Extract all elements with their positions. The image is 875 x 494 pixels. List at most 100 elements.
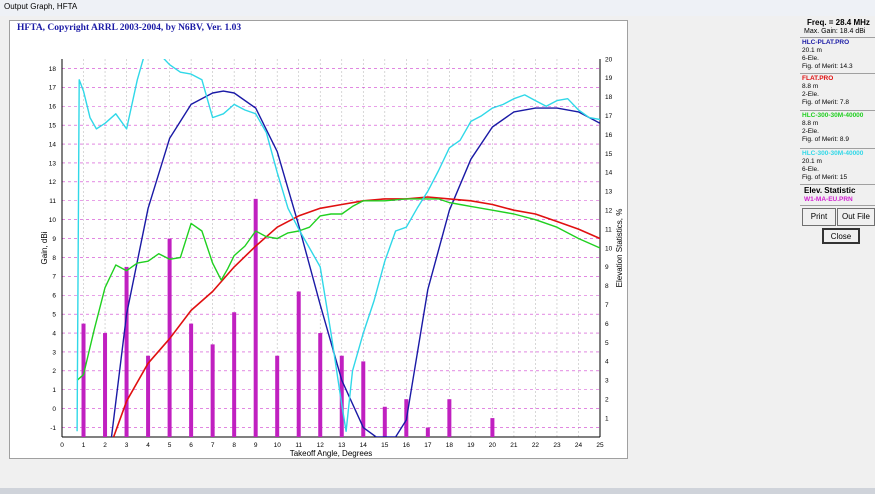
- panel-divider: [800, 184, 875, 185]
- y2-tick-label: 18: [605, 94, 613, 101]
- panel-divider: [800, 73, 875, 74]
- x-tick-label: 8: [232, 442, 236, 449]
- elevation-bar: [425, 427, 430, 437]
- x-tick-label: 0: [60, 442, 64, 449]
- y2-tick-label: 4: [605, 359, 609, 366]
- y-tick-label: 8: [52, 255, 56, 262]
- x-tick-label: 17: [424, 442, 432, 449]
- y2-tick-label: 13: [605, 189, 613, 196]
- y-tick-label: 15: [49, 122, 57, 129]
- panel-divider: [800, 205, 875, 206]
- y2-tick-label: 9: [605, 264, 609, 271]
- elevation-bar: [296, 291, 301, 437]
- y-tick-label: 16: [49, 104, 57, 111]
- antenna-elements: 2-Ele.: [802, 128, 819, 135]
- x-tick-label: 23: [553, 442, 561, 449]
- y-tick-label: 0: [52, 406, 56, 413]
- antenna-elements: 2-Ele.: [802, 91, 819, 98]
- x-tick-label: 2: [103, 442, 107, 449]
- elevation-bar: [490, 418, 495, 437]
- x-tick-label: 9: [254, 442, 258, 449]
- y2-tick-label: 8: [605, 283, 609, 290]
- elevation-bar: [124, 266, 129, 437]
- x-tick-label: 14: [360, 442, 368, 449]
- gain-chart: 0 1 2 3 4 5 6 7 8 9 10 11 12 13 14 15 16 17 18 19 20 21 22 23 24…: [40, 56, 624, 458]
- y2-tick-label: 12: [605, 208, 613, 215]
- antenna-merit: Fig. of Merit: 8.9: [802, 136, 849, 143]
- y2-tick-label: 19: [605, 75, 613, 82]
- y2-tick-label: 20: [605, 56, 613, 63]
- y-tick-label: -1: [50, 425, 56, 432]
- y-tick-label: 17: [49, 85, 57, 92]
- elevation-bar: [103, 333, 108, 437]
- x-tick-label: 3: [125, 442, 129, 449]
- y2-tick-label: 14: [605, 170, 613, 177]
- y2-tick-label: 2: [605, 397, 609, 404]
- antenna-height: 8.8 m: [802, 83, 819, 90]
- taskbar-edge: [0, 488, 875, 494]
- x-tick-label: 13: [338, 442, 346, 449]
- y2-tick-label: 3: [605, 378, 609, 385]
- x-tick-label: 24: [575, 442, 583, 449]
- series-line: [76, 198, 600, 381]
- y2-tick-label: 17: [605, 113, 613, 120]
- series-line: [110, 90, 600, 437]
- antenna-elements: 6-Ele.: [802, 166, 819, 173]
- antenna-name: HLC-PLAT.PRO: [802, 39, 850, 46]
- y-tick-label: 4: [52, 330, 56, 337]
- elevation-bar: [382, 406, 387, 437]
- close-button[interactable]: Close: [822, 228, 860, 244]
- y2-tick-label: 7: [605, 302, 609, 309]
- max-gain-label: Max. Gain: 18.4 dBi: [804, 28, 866, 35]
- print-button[interactable]: Print: [802, 208, 836, 226]
- antenna-legend-3: HLC-300-30M-40000 20.1 m 6-Ele. Fig. of …: [802, 150, 873, 182]
- series-line: [112, 196, 600, 437]
- antenna-height: 20.1 m: [802, 47, 822, 54]
- y2-axis-label: Elevation Statistics, %: [615, 209, 624, 288]
- elevation-bar: [275, 355, 280, 437]
- antenna-legend-0: HLC-PLAT.PRO 20.1 m 6-Ele. Fig. of Merit…: [802, 39, 873, 71]
- x-tick-label: 7: [211, 442, 215, 449]
- y2-tick-label: 1: [605, 415, 609, 422]
- x-tick-label: 12: [317, 442, 325, 449]
- y2-tick-label: 5: [605, 340, 609, 347]
- x-tick-label: 4: [146, 442, 150, 449]
- antenna-height: 20.1 m: [802, 158, 822, 165]
- y-tick-label: 7: [52, 274, 56, 281]
- panel-divider: [800, 110, 875, 111]
- y-tick-label: 10: [49, 217, 57, 224]
- x-tick-label: 5: [168, 442, 172, 449]
- y-tick-label: 18: [49, 66, 57, 73]
- x-tick-label: 19: [467, 442, 475, 449]
- antenna-legend-2: HLC-300-30M-40000 8.8 m 2-Ele. Fig. of M…: [802, 112, 873, 144]
- y-tick-label: 3: [52, 349, 56, 356]
- out-file-button[interactable]: Out File: [837, 208, 875, 226]
- y-tick-label: 6: [52, 293, 56, 300]
- frequency-label: Freq. = 28.4 MHz: [807, 18, 870, 27]
- antenna-merit: Fig. of Merit: 15: [802, 174, 848, 181]
- panel-divider: [800, 148, 875, 149]
- y-tick-label: 12: [49, 179, 57, 186]
- elevation-bar: [447, 399, 452, 437]
- antenna-name: HLC-300-30M-40000: [802, 150, 864, 157]
- x-tick-label: 18: [446, 442, 454, 449]
- elevation-bar: [318, 333, 323, 437]
- x-tick-label: 16: [403, 442, 411, 449]
- x-tick-label: 6: [189, 442, 193, 449]
- antenna-merit: Fig. of Merit: 14.3: [802, 63, 853, 70]
- x-tick-label: 20: [489, 442, 497, 449]
- antenna-legend-1: FLAT.PRO 8.8 m 2-Ele. Fig. of Merit: 7.8: [802, 75, 873, 107]
- y-tick-label: 9: [52, 236, 56, 243]
- y2-tick-label: 6: [605, 321, 609, 328]
- x-tick-label: 22: [532, 442, 540, 449]
- y-tick-label: 1: [52, 387, 56, 394]
- y-tick-label: 2: [52, 368, 56, 375]
- x-tick-label: 15: [381, 442, 389, 449]
- x-tick-label: 1: [82, 442, 86, 449]
- elevation-bar: [210, 344, 215, 437]
- elevation-bar: [232, 312, 237, 437]
- elev-statistic-file: W1-MA-EU.PRN: [804, 196, 853, 203]
- antenna-elements: 6-Ele.: [802, 55, 819, 62]
- antenna-height: 8.8 m: [802, 120, 819, 127]
- x-axis-label: Takeoff Angle, Degrees: [290, 449, 373, 458]
